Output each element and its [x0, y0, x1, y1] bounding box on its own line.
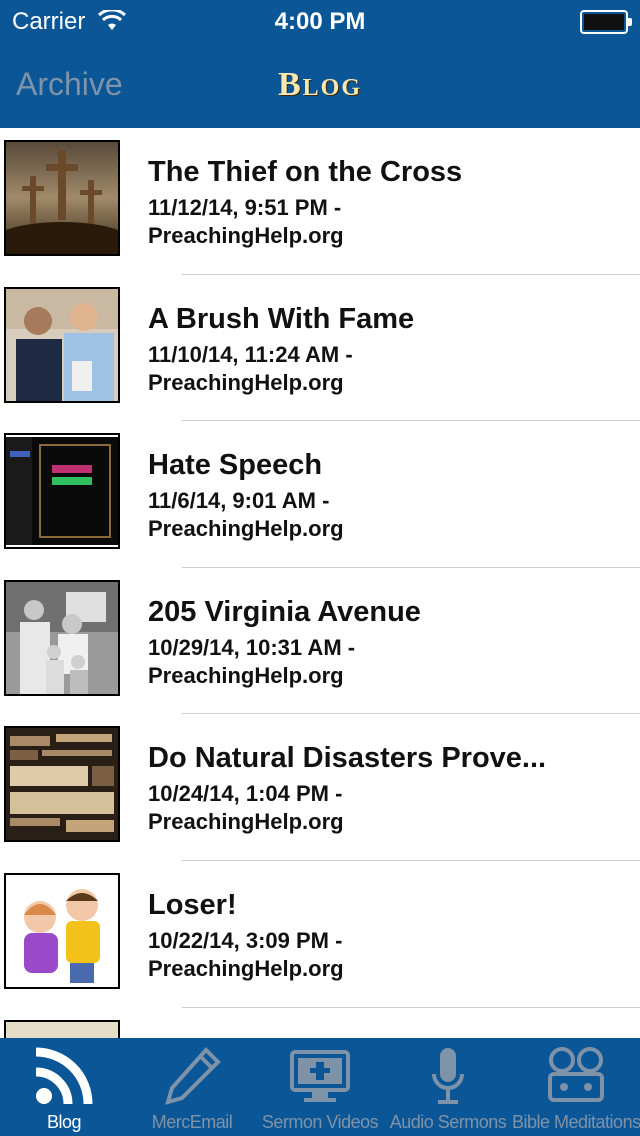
- clock: 4:00 PM: [274, 8, 366, 35]
- tab-label: Sermon Videos: [261, 1112, 379, 1132]
- post-title: Do Natural Disasters Prove...: [148, 742, 547, 775]
- post-meta: 10/22/14, 3:09 PM - PreachingHelp.org: [148, 927, 344, 983]
- tab-sermon-videos[interactable]: Sermon Videos: [256, 1038, 384, 1136]
- post-title: Loser!: [148, 888, 237, 921]
- projector-icon: [548, 1047, 604, 1102]
- post-source: PreachingHelp.org: [148, 955, 344, 981]
- tab-label: Blog: [46, 1112, 82, 1132]
- tab-blog[interactable]: Blog: [0, 1038, 128, 1136]
- bible-book-image: [4, 433, 120, 550]
- post-meta: 11/10/14, 11:24 AM - PreachingHelp.org: [148, 341, 353, 397]
- post-meta: 11/6/14, 9:01 AM - PreachingHelp.org: [148, 487, 344, 543]
- rss-icon: [35, 1047, 93, 1105]
- pencil-icon: [165, 1047, 221, 1105]
- post-meta: 10/24/14, 1:04 PM - PreachingHelp.org: [148, 780, 344, 836]
- post-date: 10/29/14, 10:31 AM -: [148, 634, 356, 660]
- nav-bar: Archive Blog: [0, 40, 640, 128]
- post-source: PreachingHelp.org: [148, 223, 344, 248]
- post-source: PreachingHelp.org: [148, 369, 344, 395]
- post-list[interactable]: The Thief on the Cross 11/12/14, 9:51 PM…: [0, 128, 640, 1038]
- microphone-icon: [432, 1048, 464, 1104]
- list-item[interactable]: Loser! 10/22/14, 3:09 PM - PreachingHelp…: [0, 861, 640, 1008]
- post-date: 11/6/14, 9:01 AM -: [148, 488, 330, 514]
- tab-audio-sermons[interactable]: Audio Sermons: [384, 1038, 512, 1136]
- two-men-photo: [4, 286, 120, 403]
- post-title: Hate Speech: [148, 449, 323, 482]
- post-date: 10/24/14, 1:04 PM -: [148, 781, 343, 807]
- post-date: 10/22/14, 3:09 PM -: [148, 927, 343, 953]
- tab-label: Audio Sermons: [389, 1112, 507, 1132]
- post-title: 205 Virginia Avenue: [148, 595, 421, 628]
- list-item[interactable]: [0, 1008, 640, 1038]
- post-source: PreachingHelp.org: [148, 809, 344, 835]
- post-title: A Brush With Fame: [148, 302, 415, 335]
- post-meta: 10/29/14, 10:31 AM - PreachingHelp.org: [148, 634, 355, 690]
- children-photo: [4, 872, 120, 989]
- page-title: Blog: [277, 66, 363, 103]
- post-title: The Thief on the Cross: [148, 156, 463, 188]
- tab-bar: Blog MercEmail Sermon Videos Audio Sermo…: [0, 1038, 640, 1136]
- family-photo: [4, 579, 120, 696]
- post-date: 11/12/14, 9:51 PM -: [148, 195, 342, 220]
- monitor-icon: [290, 1050, 350, 1102]
- post-source: PreachingHelp.org: [148, 516, 344, 542]
- tab-label: MercEmail: [151, 1112, 233, 1132]
- list-item[interactable]: A Brush With Fame 11/10/14, 11:24 AM - P…: [0, 275, 640, 422]
- tab-mercemail[interactable]: MercEmail: [128, 1038, 256, 1136]
- status-bar: Carrier 4:00 PM: [0, 0, 640, 40]
- list-item[interactable]: 205 Virginia Avenue 10/29/14, 10:31 AM -…: [0, 568, 640, 715]
- word-collage-image: [4, 726, 120, 843]
- list-item[interactable]: Do Natural Disasters Prove... 10/24/14, …: [0, 714, 640, 861]
- post-source: PreachingHelp.org: [148, 662, 344, 688]
- list-item[interactable]: Hate Speech 11/6/14, 9:01 AM - Preaching…: [0, 421, 640, 568]
- post-date: 11/10/14, 11:24 AM -: [148, 341, 353, 367]
- tab-bible-meditations[interactable]: Bible Meditations: [512, 1038, 640, 1136]
- crosses-image: [4, 140, 120, 256]
- partial-thumbnail: [4, 1019, 120, 1038]
- list-item[interactable]: The Thief on the Cross 11/12/14, 9:51 PM…: [0, 128, 640, 275]
- tab-label: Bible Meditations: [512, 1112, 640, 1132]
- post-meta: 11/12/14, 9:51 PM - PreachingHelp.org: [148, 194, 344, 250]
- battery-icon: [580, 10, 632, 34]
